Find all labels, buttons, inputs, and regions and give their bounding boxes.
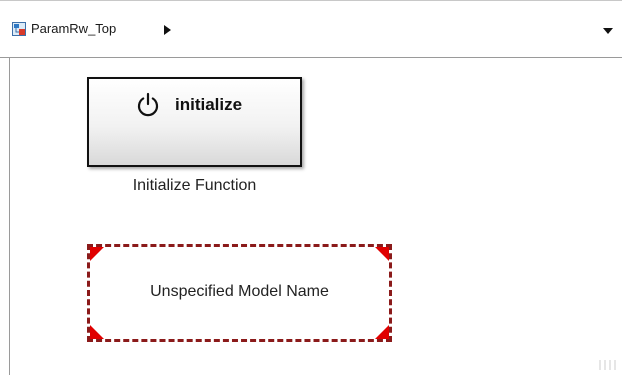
initialize-block-label: initialize <box>175 95 243 114</box>
canvas-left-border <box>9 58 10 375</box>
simulink-editor-window: ParamRw_Top initialize Initialize Functi… <box>0 0 622 375</box>
chevron-right-icon[interactable] <box>164 25 171 35</box>
power-icon <box>137 92 159 117</box>
resize-grip-icon[interactable] <box>598 358 618 372</box>
breadcrumb-model-name[interactable]: ParamRw_Top <box>31 21 116 36</box>
initialize-function-block[interactable]: initialize <box>87 77 302 167</box>
simulink-model-icon <box>12 22 26 36</box>
model-reference-label: Unspecified Model Name <box>150 283 329 300</box>
chevron-down-icon[interactable] <box>603 28 613 34</box>
explorer-bar: ParamRw_Top <box>0 0 622 58</box>
diagram-canvas[interactable]: initialize Initialize Function Unspecifi… <box>0 58 622 375</box>
initialize-block-caption[interactable]: Initialize Function <box>87 177 302 195</box>
model-reference-block[interactable]: Unspecified Model Name <box>87 244 392 342</box>
